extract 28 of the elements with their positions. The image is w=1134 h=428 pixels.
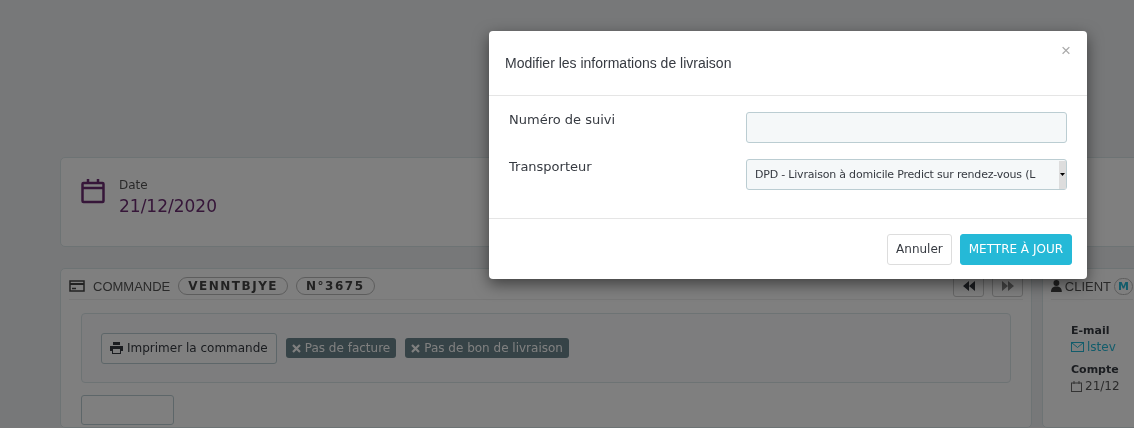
client-title: CLIENT xyxy=(1064,278,1112,294)
fast-forward-icon xyxy=(1001,281,1014,291)
field-label: Transporteur xyxy=(509,159,593,174)
cross-icon xyxy=(291,343,301,353)
email-label: E-mail xyxy=(1071,324,1111,337)
modal-title: Modifier les informations de livraison xyxy=(505,55,732,71)
status-tag-text: Pas de facture xyxy=(304,341,391,355)
order-title: COMMANDE xyxy=(93,278,171,294)
printer-icon xyxy=(110,342,123,354)
envelope-icon xyxy=(1071,342,1084,352)
field-label: Numéro de suivi xyxy=(509,112,617,127)
cross-icon xyxy=(411,343,421,353)
date-value: 21/12/2020 xyxy=(119,196,217,216)
update-button[interactable]: METTRE À JOUR xyxy=(959,233,1072,265)
date-label: Date xyxy=(119,178,149,192)
status-tag-text: Pas de bon de livraison xyxy=(424,341,563,355)
carrier-select[interactable]: DPD - Livraison à domicile Predict sur rendez-vous (L xyxy=(746,159,1067,190)
credit-card-icon xyxy=(69,280,85,292)
calendar-icon xyxy=(81,178,105,204)
tracking-number-input[interactable] xyxy=(746,112,1067,143)
account-date: 21/12 xyxy=(1071,379,1133,393)
print-order-button[interactable]: Imprimer la commande xyxy=(101,332,277,364)
cancel-button[interactable]: Annuler xyxy=(887,233,952,265)
calendar-icon xyxy=(1071,380,1082,392)
close-button[interactable]: × xyxy=(1061,41,1071,61)
rewind-icon xyxy=(962,281,975,291)
account-label: Compte xyxy=(1071,363,1120,376)
user-icon xyxy=(1051,280,1062,292)
